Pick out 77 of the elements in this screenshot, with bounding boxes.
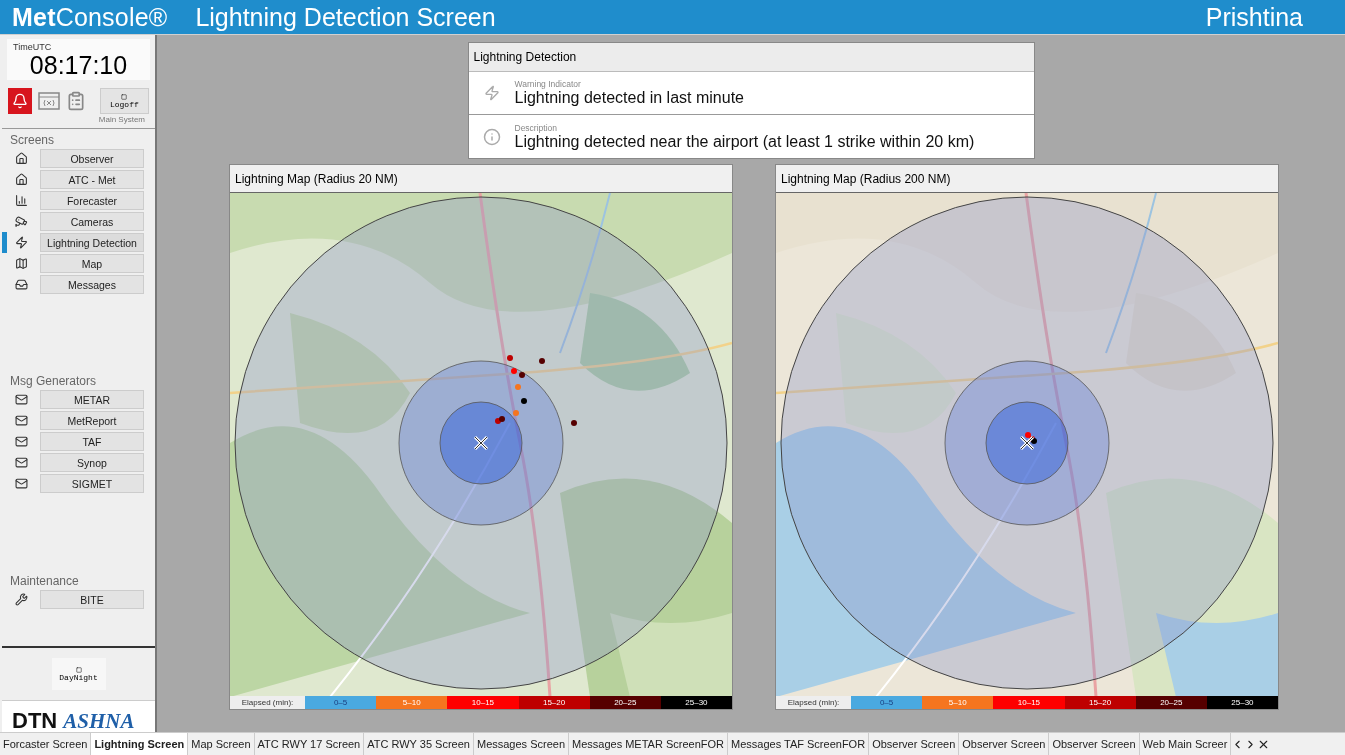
screen-tab[interactable]: Forcaster Screen [0,733,92,755]
screen-tab[interactable]: ATC RWY 35 Screen [364,733,474,755]
field-caption: Warning Indicator [514,79,582,89]
product-logo: ASHNA [63,710,135,732]
legend-label: Elapsed (min): [230,696,305,709]
nav-button[interactable]: TAF [40,432,144,451]
nav-button[interactable]: BITE [40,590,144,609]
screen-tab[interactable]: ATC RWY 17 Screen [254,733,365,755]
daynight-button[interactable]: DayNight [51,658,106,690]
screen-tab[interactable]: Messages TAF ScreenFOR [728,733,870,755]
field-value: Lightning detected in last minute [514,89,744,107]
envelope-icon [14,477,28,490]
legend-item: 20–25 [589,696,661,709]
legend-label: Elapsed (min): [776,696,851,709]
nav-icon [14,257,28,270]
nav-button[interactable]: Observer [40,149,144,168]
system-label: Main System [98,114,146,124]
nav-icon [14,236,28,249]
section-heading: Maintenance [9,573,80,589]
nav-button[interactable]: Map [40,254,144,273]
legend-item: 25–30 [660,696,733,709]
legend-item: 15–20 [518,696,590,709]
screen-tab[interactable]: Web Main Screer [1139,733,1232,755]
screen-tab[interactable]: Messages METAR ScreenFOR [569,733,729,755]
app-logo: MetConsole® [12,2,168,32]
envelope-icon [14,393,28,406]
legend-item: 15–20 [1064,696,1136,709]
map-title: Lightning Map (Radius 200 NM) [776,165,1278,193]
airport-icon [473,435,489,451]
nav-button[interactable]: Cameras [40,212,144,231]
bell-icon [11,93,28,109]
nav-icon [14,215,28,228]
legend-item: 25–30 [1206,696,1279,709]
nav-button[interactable]: METAR [40,390,144,409]
company-logo: DTN [12,710,58,732]
section-heading: Msg Generators [9,373,98,389]
legend-item: 0–5 [851,696,923,709]
envelope-icon [14,456,28,469]
nav-button[interactable]: SIGMET [40,474,144,493]
field-caption: Description [514,122,559,133]
nav-button[interactable]: Synop [40,453,144,472]
envelope-icon [14,414,28,427]
nav-icon [14,278,28,291]
variable-icon[interactable] [37,92,60,110]
nav-button[interactable]: Forecaster [40,191,144,210]
legend-item: 10–15 [447,696,519,709]
location-name: Prishtina [1205,2,1304,32]
section-heading: Screens [9,132,56,148]
screen-tab[interactable]: Observer Screen [959,733,1050,755]
screen-title: Lightning Detection Screen [195,2,497,32]
airport-icon [1019,435,1035,451]
legend-item: 10–15 [993,696,1065,709]
legend-item: 5–10 [376,696,448,709]
nav-button[interactable]: Messages [40,275,144,294]
alarm-button[interactable] [8,88,32,114]
legend-item: 5–10 [922,696,994,709]
nav-icon [14,194,28,207]
nav-button[interactable]: ATC - Met [40,170,144,189]
legend-item: 20–25 [1135,696,1207,709]
legend-item: 0–5 [305,696,377,709]
lightning-strikes-drawing [1025,432,1037,444]
screen-tab[interactable]: Lightning Screen [91,733,189,755]
clock-label: TimeUTC [13,42,53,52]
logoff-button[interactable]: Logoff [99,88,149,114]
nav-icon [14,173,28,186]
nav-button[interactable]: MetReport [40,411,144,430]
wrench-icon [14,593,28,606]
panel-title: Lightning Detection [468,43,1034,72]
info-icon [482,127,501,146]
field-value: Lightning detected near the airport (at least 1 strike within 20 km) [514,132,975,151]
envelope-icon [14,435,28,448]
screen-tab[interactable]: Observer Screen [869,733,960,755]
nav-button[interactable]: Lightning Detection [40,233,144,252]
lightning-icon [483,85,500,101]
clock-time: 08:17:10 [29,52,128,78]
map-title: Lightning Map (Radius 20 NM) [230,165,732,193]
nav-icon [14,152,28,165]
